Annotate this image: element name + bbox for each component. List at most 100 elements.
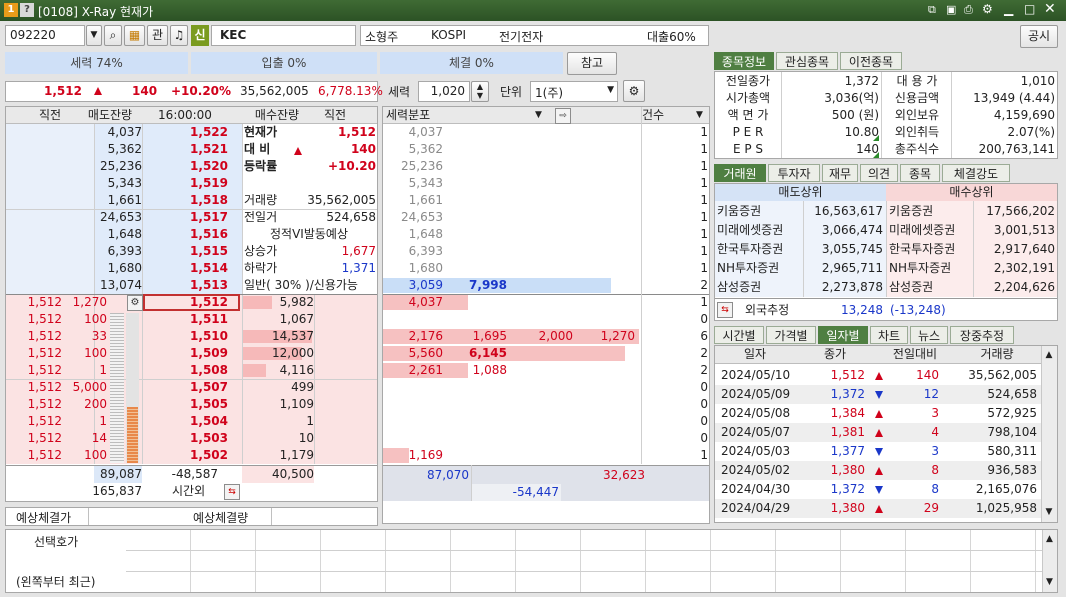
dist-bid-count: 6 (700, 329, 708, 343)
tab-broker-2[interactable]: 재무 (822, 164, 858, 182)
print-icon[interactable]: ⎙ (964, 3, 973, 17)
bid-price[interactable]: 1,510 (166, 328, 228, 345)
bid-prev: 1,512 (27, 397, 62, 411)
daily-close: 1,384 (830, 406, 865, 420)
bid-price[interactable]: 1,504 (166, 413, 228, 430)
dist-foot-right: 32,623 (603, 468, 645, 482)
settings-gear-icon[interactable]: ⚙ (623, 80, 645, 102)
bottom-scroll-down-icon[interactable]: ▼ (1043, 574, 1056, 591)
tab-broker-1[interactable]: 투자자 (768, 164, 820, 182)
kwan-button[interactable]: 관 (147, 25, 168, 46)
total-diff: -48,587 (171, 467, 218, 481)
power-input[interactable]: 1,020 (418, 81, 470, 102)
ref-button[interactable]: 참고 (567, 52, 617, 75)
up-arrow-icon (875, 405, 887, 422)
sell-broker[interactable]: 미래에셋증권 (717, 222, 807, 239)
ask-price: 1,515 (190, 244, 228, 258)
unit-select[interactable]: 1(주) ▼ (530, 81, 618, 102)
dist-ask-value: 5,362 (408, 142, 443, 156)
chart-icon[interactable]: ▦ (124, 25, 145, 46)
dist-bid-count: 0 (700, 414, 708, 428)
gear-icon[interactable]: ⚙ (982, 2, 993, 16)
sell-broker[interactable]: NH투자증권 (717, 260, 807, 277)
search-icon[interactable]: ⌕ (104, 25, 122, 46)
sell-broker[interactable]: 키움증권 (717, 203, 807, 220)
dist-next-icon[interactable]: ⇨ (555, 108, 571, 124)
bid-price[interactable]: 1,508 (166, 362, 228, 379)
sell-broker[interactable]: 삼성증권 (717, 279, 807, 296)
buy-value: 3,001,513 (993, 223, 1055, 237)
tab-history-3[interactable]: 차트 (870, 326, 908, 344)
ask-price: 1,517 (190, 210, 228, 224)
sell-value: 2,273,878 (821, 280, 883, 294)
buy-broker[interactable]: 키움증권 (889, 203, 979, 220)
tab-history-0[interactable]: 시간별 (714, 326, 764, 344)
bid-price[interactable]: 1,503 (166, 430, 228, 447)
tick-scroll-strip[interactable] (110, 313, 124, 463)
tab-history-5[interactable]: 장중추정 (950, 326, 1014, 344)
dist-dropdown-icon[interactable]: ▼ (535, 107, 551, 124)
info-value-2: 1,010 (1020, 74, 1055, 88)
dist-bid-value: 2,261 (408, 363, 443, 377)
bid-price[interactable]: 1,507 (166, 379, 228, 396)
code-dropdown-icon[interactable]: ▼ (86, 25, 102, 46)
bid-prev: 1,512 (27, 431, 62, 445)
ask-qty: 6,393 (107, 244, 142, 258)
tab-broker-4[interactable]: 종목 (900, 164, 940, 182)
bottom-scroll-up-icon[interactable]: ▲ (1043, 531, 1056, 548)
tab-history-1[interactable]: 가격별 (766, 326, 816, 344)
tab-info-0[interactable]: 종목정보 (714, 52, 774, 70)
sell-broker[interactable]: 한국투자증권 (717, 241, 807, 258)
corner-mark (873, 135, 879, 141)
tab-broker-3[interactable]: 의견 (860, 164, 898, 182)
ask-qty: 4,037 (107, 125, 142, 139)
bid-price[interactable]: 1,502 (166, 447, 228, 464)
dist-bid-value2: 1,088 (472, 363, 507, 377)
ob-header-c4: 매수잔량 (254, 108, 300, 122)
link-icon[interactable]: ⧉ (928, 3, 936, 17)
bid-gear-icon[interactable]: ⚙ (127, 295, 143, 311)
close-icon[interactable]: ✕ (1044, 1, 1056, 17)
daily-scrollbar[interactable] (1041, 346, 1057, 522)
after-swap-icon[interactable]: ⇆ (224, 484, 240, 500)
dist-bid-value2: 1,695 (472, 329, 507, 343)
grid-line (881, 72, 882, 158)
bid-price[interactable]: 1,509 (166, 345, 228, 362)
tab-history-4[interactable]: 뉴스 (910, 326, 948, 344)
camera-icon[interactable]: ▣ (946, 3, 956, 16)
tab-broker-5[interactable]: 체결강도 (942, 164, 1010, 182)
broker-swap-icon[interactable]: ⇆ (717, 302, 733, 318)
sell-header: 매도상위 (778, 185, 823, 199)
info-value-1: 10.80 (844, 125, 879, 139)
daily-date: 2024/04/29 (721, 501, 791, 515)
scroll-down-icon[interactable]: ▼ (1042, 504, 1056, 521)
tab-info-1[interactable]: 관심종목 (776, 52, 838, 70)
maximize-icon[interactable]: □ (1024, 2, 1035, 16)
price-line: 1,512 140 +10.20% 35,562,005 6,778.13% (5, 81, 383, 102)
ask-price: 1,522 (190, 125, 228, 139)
help-icon[interactable]: ? (20, 3, 34, 17)
buy-value: 2,917,640 (993, 242, 1055, 256)
bid-price[interactable]: 1,511 (166, 311, 228, 328)
power-spinner[interactable]: ▲ ▼ (471, 81, 489, 102)
tab-broker-0[interactable]: 거래원 (714, 164, 766, 182)
notice-button[interactable]: 공시 (1020, 25, 1058, 48)
stock-code-input[interactable]: 092220 (5, 25, 85, 46)
tab-info-2[interactable]: 이전종목 (840, 52, 902, 70)
bid-tick: 100 (84, 346, 107, 360)
dist-ask-value: 5,343 (408, 176, 443, 190)
tab-history-2[interactable]: 일자별 (818, 326, 868, 344)
buy-broker[interactable]: 삼성증권 (889, 279, 979, 296)
daily-close: 1,381 (830, 425, 865, 439)
buy-broker[interactable]: NH투자증권 (889, 260, 979, 277)
scroll-up-icon[interactable]: ▲ (1042, 347, 1056, 364)
count-dropdown-icon[interactable]: ▼ (696, 107, 708, 124)
bid-prev: 1,512 (27, 346, 62, 360)
ask-info-value: 524,658 (326, 210, 376, 224)
info-value-1: 3,036(억) (824, 91, 879, 105)
bell-icon[interactable]: ♫ (170, 25, 188, 46)
bid-price[interactable]: 1,505 (166, 396, 228, 413)
minimize-icon[interactable]: ▁ (1004, 2, 1013, 16)
buy-broker[interactable]: 한국투자증권 (889, 241, 979, 258)
buy-broker[interactable]: 미래에셋증권 (889, 222, 979, 239)
